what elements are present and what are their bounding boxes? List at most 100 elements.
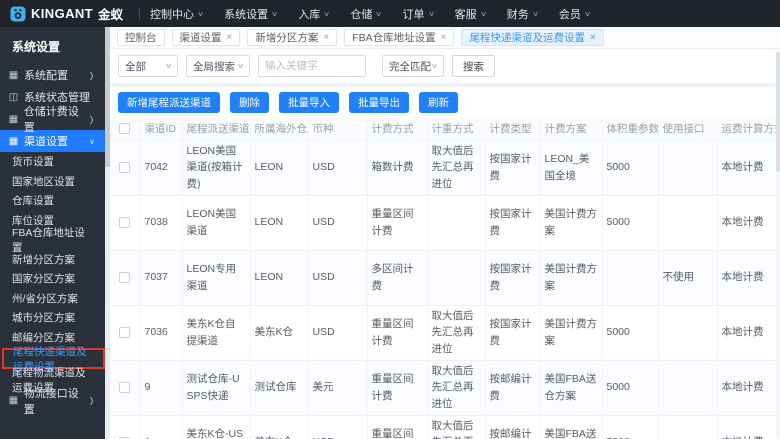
sidebar-item-label: 系统配置: [24, 70, 68, 82]
match-mode-select[interactable]: 完全匹配 ∨: [382, 55, 444, 77]
cell-billing-method: 重量区间计费: [367, 360, 428, 416]
sidebar-item-label: 货币设置: [12, 156, 54, 169]
sidebar-item-label: 新增分区方案: [12, 253, 75, 266]
chevron-down-icon: ∨: [479, 10, 487, 18]
table-row: 7042 LEON美国渠道(按箱计费) LEON USD 箱数计费 取大值后先汇…: [110, 140, 780, 196]
chevron-down-icon: ∨: [531, 10, 539, 18]
row-select-cell: [110, 250, 141, 306]
sidebar-item[interactable]: ▦ 仓储计费设置 ❭: [0, 106, 105, 134]
column-header: 渠道ID: [140, 118, 183, 141]
top-menu-item[interactable]: 系统设置 ∨: [224, 6, 279, 22]
channels-table: 渠道ID 尾程派送渠道名称 所属海外仓库 币种 计费方式 计重方式 计费类型: [110, 118, 780, 439]
cell-use-interface: [658, 360, 718, 416]
row-checkbox[interactable]: [119, 162, 131, 174]
cell-weight-method: [427, 195, 486, 251]
cell-weight-method: 取大值后先汇总再进位: [427, 305, 486, 361]
sidebar-item[interactable]: 国家地区设置: [0, 172, 105, 192]
cell-volume-param: 5000: [602, 360, 659, 416]
row-checkbox[interactable]: [119, 327, 131, 339]
cell-weight-method: [427, 250, 486, 306]
cell-billing-type: 按邮编计费: [485, 415, 541, 439]
top-menu-item-label: 仓储: [350, 8, 373, 21]
table-row: 7038 LEON美国渠道 LEON USD 重量区间计费 按国家计费 美国计费…: [110, 195, 780, 251]
tab[interactable]: 渠道设置 ×: [171, 29, 241, 46]
brand-logo[interactable]: KINGANT 金蚁: [0, 4, 129, 23]
column-header: 币种: [308, 118, 368, 141]
top-menu-item[interactable]: 仓储 ∨: [350, 6, 382, 22]
sidebar-item[interactable]: ▦ 渠道设置 ∨: [0, 130, 110, 152]
sidebar-item[interactable]: 城市分区方案: [0, 308, 105, 328]
cell-billing-method: 箱数计费: [367, 140, 428, 196]
cell-freight-calc: 本地计费: [717, 415, 780, 439]
cell-volume-param: 5000: [602, 415, 659, 439]
search-field-select[interactable]: 全局搜索 ∨: [186, 55, 250, 77]
scope-select[interactable]: 全部 ∨: [118, 55, 178, 77]
sidebar-item-label: 仓储计费设置: [23, 106, 79, 134]
cell-freight-calc: 本地计费: [717, 360, 780, 416]
cell-volume-param: 5000: [602, 140, 659, 196]
column-header: 运费计算方式: [717, 118, 780, 141]
cell-channel-id: 7037: [140, 250, 183, 306]
topbar-divider: [139, 7, 141, 20]
chevron-icon: ❭: [88, 396, 95, 405]
top-menu-item[interactable]: 财务 ∨: [507, 6, 539, 22]
cell-currency: USD: [308, 250, 368, 306]
top-menu-item[interactable]: 客服 ∨: [455, 6, 487, 22]
sidebar-item[interactable]: 仓库设置: [0, 191, 105, 211]
cell-weight-method: 取大值后先汇总再进位: [427, 415, 486, 439]
chevron-down-icon: ∨: [427, 10, 435, 18]
sidebar-item[interactable]: FBA仓库地址设置: [0, 227, 105, 254]
close-icon[interactable]: ×: [227, 32, 233, 43]
close-icon[interactable]: ×: [590, 32, 596, 43]
close-icon[interactable]: ×: [441, 32, 447, 43]
sidebar-item[interactable]: 国家分区方案: [0, 269, 105, 289]
tab[interactable]: 新增分区方案 ×: [247, 29, 338, 46]
cell-weight-method: 取大值后先汇总再进位: [427, 140, 486, 196]
cell-billing-plan: 美国计费方案: [540, 250, 603, 306]
column-header: 计费类型: [485, 118, 541, 141]
top-menu-item[interactable]: 会员 ∨: [559, 6, 591, 22]
top-menu-item[interactable]: 订单 ∨: [403, 6, 435, 22]
app-window: KINGANT 金蚁 控制中心 ∨ 系统设置 ∨ 入库 ∨ 仓储 ∨ 订单 ∨ …: [0, 0, 780, 439]
sidebar-item-label: 渠道设置: [24, 136, 68, 148]
row-checkbox[interactable]: [119, 217, 131, 229]
column-header: 计费方式: [367, 118, 428, 141]
search-button[interactable]: 搜索: [452, 55, 495, 77]
tab[interactable]: 尾程快递渠道及运费设置 ×: [461, 29, 604, 46]
chevron-down-icon: ∨: [271, 10, 279, 18]
table-header-row: 渠道ID 尾程派送渠道名称 所属海外仓库 币种 计费方式 计重方式 计费类型: [110, 118, 780, 141]
cell-billing-plan: LEON_美国全境: [540, 140, 603, 196]
top-menu-item-label: 入库: [298, 8, 321, 21]
top-menu-item-label: 控制中心: [150, 8, 195, 21]
grid-icon: ▦: [8, 395, 19, 406]
row-select-cell: [110, 140, 141, 196]
select-all-checkbox[interactable]: [119, 123, 131, 135]
sidebar-item[interactable]: ▦ 系统配置 ❭: [0, 64, 105, 86]
toolbar-button[interactable]: 刷新: [419, 92, 458, 113]
tab[interactable]: 控制台 ×: [117, 29, 165, 46]
close-icon[interactable]: ×: [323, 32, 329, 43]
sidebar-item[interactable]: 州/省分区方案: [0, 289, 105, 309]
tab[interactable]: FBA仓库地址设置 ×: [344, 29, 455, 46]
cell-billing-type: 按邮编计费: [485, 360, 541, 416]
sidebar-item[interactable]: 货币设置: [0, 152, 105, 172]
toolbar-button[interactable]: 删除: [230, 92, 269, 113]
top-menu-item[interactable]: 入库 ∨: [298, 6, 330, 22]
table-row: 7036 美东K仓自提渠道 美东K仓 USD 重量区间计费 取大值后先汇总再进位…: [110, 305, 780, 361]
toolbar-button[interactable]: 新增尾程派送渠道: [118, 92, 220, 113]
main-scrollbar[interactable]: [776, 50, 780, 439]
column-header: 计费方案: [540, 118, 603, 141]
sidebar-item-label: 城市分区方案: [12, 312, 75, 325]
row-checkbox[interactable]: [119, 272, 131, 284]
toolbar-button[interactable]: 批量导入: [279, 92, 339, 113]
cell-freight-calc: 本地计费: [717, 195, 780, 251]
cell-billing-type: 按国家计费: [485, 305, 541, 361]
row-checkbox[interactable]: [119, 382, 131, 394]
keyword-input[interactable]: [258, 55, 366, 77]
chevron-icon: ❭: [88, 70, 95, 80]
top-menu-item[interactable]: 控制中心 ∨: [150, 6, 204, 22]
filter-row: 全部 ∨ 全局搜索 ∨ 完全匹配 ∨ 搜索: [110, 49, 780, 83]
top-menu-item-label: 系统设置: [224, 8, 269, 21]
main-scrollbar-thumb[interactable]: [776, 52, 780, 172]
toolbar-button[interactable]: 批量导出: [349, 92, 409, 113]
